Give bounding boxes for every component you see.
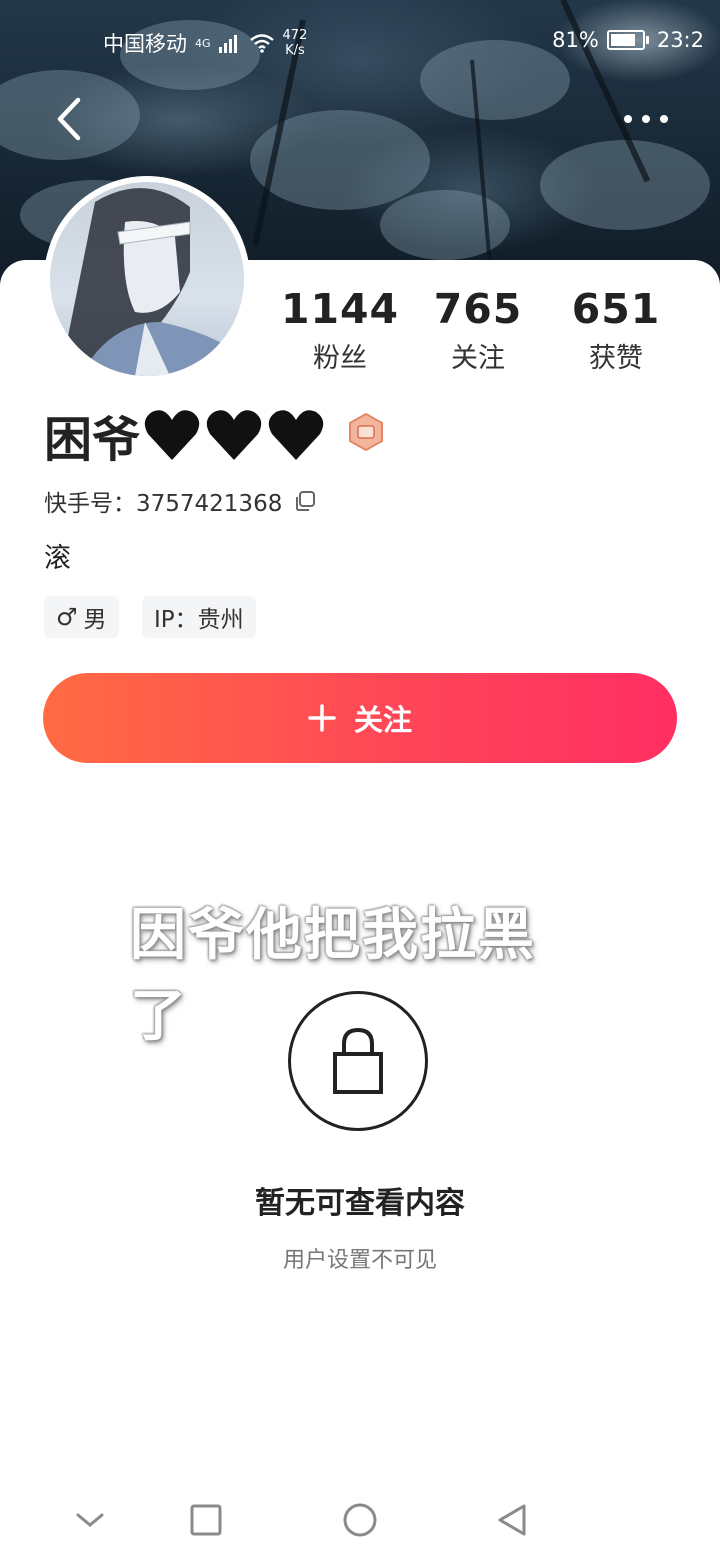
- empty-state-title: 暂无可查看内容: [255, 1186, 465, 1221]
- bio-text: 滚: [44, 543, 71, 574]
- empty-state-subtitle: 用户设置不可见: [282, 1248, 437, 1273]
- circle-icon: [343, 1503, 377, 1537]
- status-bar: 中国移动 4G 472 K/s 81% 23:2: [0, 24, 720, 64]
- ip-tag: IP：贵州: [142, 596, 256, 638]
- network-type: 4G: [195, 36, 211, 50]
- black-heart-icon: [268, 410, 324, 460]
- chevron-down-icon: [76, 1513, 104, 1527]
- username-text: 困爷: [44, 412, 141, 468]
- heart-emojis: [142, 406, 326, 464]
- likes-stat[interactable]: 651 获赞: [546, 286, 686, 375]
- lock-icon-container: [288, 991, 428, 1131]
- more-dots-icon: [624, 115, 668, 123]
- gender-tag: ♂ 男: [44, 596, 119, 638]
- following-label: 关注: [451, 343, 505, 374]
- gender-text: 男: [83, 607, 107, 633]
- back-button[interactable]: [48, 94, 92, 144]
- copy-icon[interactable]: [294, 490, 316, 512]
- fans-label: 粉丝: [313, 343, 367, 374]
- avatar-illustration: [60, 188, 244, 376]
- username: 困爷: [44, 400, 326, 470]
- carrier-name: 中国移动: [103, 32, 187, 56]
- system-nav-bar: [0, 1480, 720, 1560]
- follow-button[interactable]: 关注: [43, 673, 677, 763]
- nav-back-button[interactable]: [482, 1480, 542, 1560]
- signal-icon: [218, 35, 237, 53]
- plus-icon: [308, 704, 336, 732]
- square-icon: [190, 1504, 222, 1536]
- fans-stat[interactable]: 1144 粉丝: [270, 286, 410, 375]
- male-icon: ♂: [56, 603, 78, 631]
- avatar[interactable]: [44, 176, 250, 382]
- account-id-text: 快手号：3757421368: [44, 491, 283, 517]
- account-id: 快手号：3757421368: [44, 484, 316, 518]
- nav-hide-button[interactable]: [60, 1480, 120, 1560]
- following-stat[interactable]: 765 关注: [408, 286, 548, 375]
- clock: 23:2: [656, 28, 704, 52]
- ip-text: IP：贵州: [154, 607, 244, 633]
- network-speed: 472 K/s: [282, 28, 308, 58]
- black-heart-icon: [206, 410, 262, 460]
- fans-count: 1144: [280, 285, 400, 333]
- level-badge-icon[interactable]: [346, 412, 386, 452]
- follow-button-label: 关注: [353, 703, 412, 737]
- chevron-left-icon: [57, 97, 81, 141]
- following-count: 765: [433, 285, 523, 333]
- triangle-back-icon: [498, 1504, 526, 1536]
- more-button[interactable]: [616, 104, 676, 134]
- black-heart-icon: [144, 410, 200, 460]
- battery-icon: [606, 30, 649, 50]
- wifi-icon: [249, 34, 274, 53]
- nav-home-button[interactable]: [330, 1480, 390, 1560]
- likes-count: 651: [571, 285, 661, 333]
- battery-percent: 81%: [552, 28, 599, 52]
- nav-recents-button[interactable]: [176, 1480, 236, 1560]
- lock-icon: [333, 1027, 383, 1094]
- likes-label: 获赞: [589, 343, 643, 374]
